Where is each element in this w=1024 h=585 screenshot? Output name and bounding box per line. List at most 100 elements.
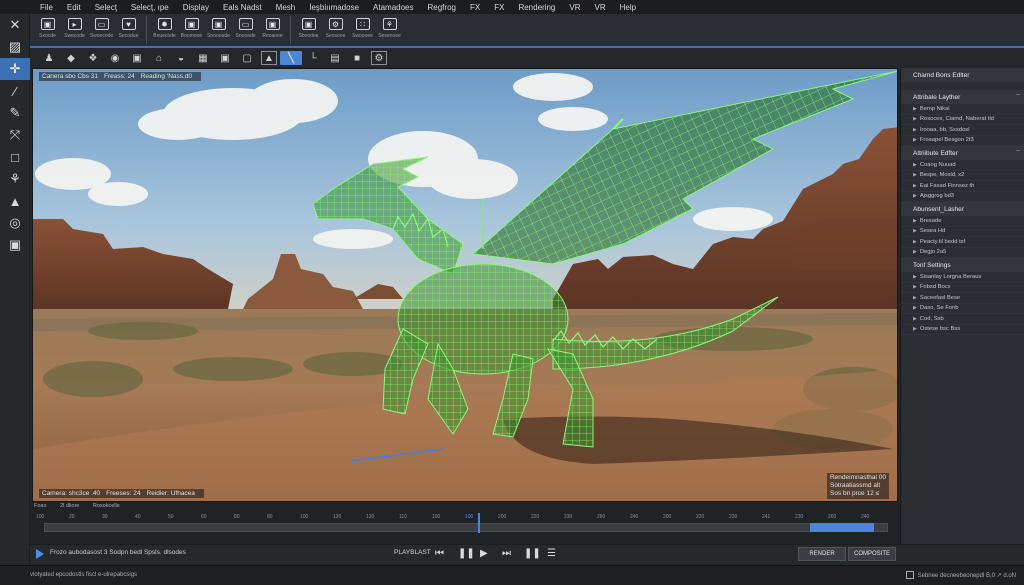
menu-item[interactable]: Selecţ, ıрe — [124, 3, 176, 12]
shelf-button[interactable]: ▸ Swecode — [61, 14, 88, 46]
skip-forward-icon[interactable]: ⏭ — [502, 548, 511, 559]
panel-row[interactable]: ▶ Bespe, Mosld, x2 — [901, 171, 1024, 181]
expand-arrow-icon[interactable]: ▶ — [913, 193, 917, 199]
menu-item[interactable]: VR — [562, 3, 587, 12]
timeline-track[interactable] — [44, 523, 888, 532]
panel-row[interactable]: ▶ Ostese bsc Bss — [901, 325, 1024, 335]
shelf-button[interactable]: ▣ Sboodee — [295, 14, 322, 46]
stop-icon[interactable]: ❚❚ — [524, 548, 541, 559]
skip-back-icon[interactable]: ⏮ — [435, 548, 444, 559]
expand-arrow-icon[interactable]: ▶ — [913, 239, 917, 245]
panel-row[interactable]: ▶ Rosoces, Ciamd, Naberat tld — [901, 115, 1024, 125]
panel-row[interactable]: ▶ Peacty.til bedd tsf — [901, 237, 1024, 248]
3d-viewport[interactable]: Canera sbo Cbs 31 Freass: 24 Reading ‘Nass… — [32, 68, 898, 502]
pause-icon[interactable]: ❚❚ — [458, 548, 475, 559]
timeline[interactable]: Foao 2l dliore Rosokcelle 100 20 30 40 50 60 8… — [30, 502, 900, 544]
panel-row[interactable]: ▶ Sesea Hd — [901, 227, 1024, 237]
viewport-tool-icon[interactable]: ■ — [346, 51, 368, 65]
shelf-button[interactable]: ⚙ Seosooe — [322, 14, 349, 46]
panel-row[interactable]: ▶ Ajsggrog bd3 — [901, 192, 1024, 202]
brush-icon[interactable]: ∕ — [0, 80, 30, 102]
expand-arrow-icon[interactable]: ▶ — [913, 162, 917, 168]
expand-arrow-icon[interactable]: ▶ — [913, 116, 917, 122]
shelf-button[interactable]: ▭ Swoecode — [88, 14, 115, 46]
timeline-playhead[interactable] — [478, 513, 480, 533]
play-icon[interactable] — [36, 549, 44, 559]
viewport-tool-icon[interactable]: ◒ — [170, 51, 192, 65]
expand-arrow-icon[interactable]: ▶ — [913, 295, 917, 301]
viewport-tool-icon[interactable]: ▲ — [261, 51, 277, 65]
timeline-ruler[interactable]: 100 20 30 40 50 60 80 80 100 120 130 110 100 100 200 22… — [36, 514, 894, 523]
expand-arrow-icon[interactable]: ▶ — [913, 249, 917, 255]
shelf-button[interactable]: ⚘ Sesenoee — [376, 14, 403, 46]
shelf-button[interactable]: ✹ Bnuecode — [151, 14, 178, 46]
status-checkbox-icon[interactable] — [905, 571, 914, 579]
viewport-tool-icon[interactable]: └ — [302, 51, 324, 65]
connect-icon[interactable]: ◎ — [0, 212, 30, 234]
menu-item[interactable]: Selecţ — [88, 3, 124, 12]
menu-item[interactable]: Eals Nadst — [216, 3, 269, 12]
shelf-button[interactable]: ▭ Snooade — [232, 14, 259, 46]
menu-item[interactable]: VR — [587, 3, 612, 12]
viewport-tool-icon[interactable]: ▣ — [214, 51, 236, 65]
expand-arrow-icon[interactable]: ▶ — [913, 326, 917, 332]
expand-arrow-icon[interactable]: ▶ — [913, 218, 917, 224]
panel-section-header[interactable]: Attriibute Edfter − — [901, 146, 1024, 160]
shelf-button[interactable]: ▣ Boomooe — [178, 14, 205, 46]
menu-item[interactable]: Atamadoes — [366, 3, 420, 12]
menu-item[interactable]: File — [33, 3, 60, 12]
shelf-button[interactable]: ▣ Reoaoee — [259, 14, 286, 46]
close-icon[interactable]: ✕ — [0, 14, 30, 36]
snap-icon[interactable]: ▣ — [0, 234, 30, 256]
menu-item[interactable]: Display — [176, 3, 216, 12]
viewport-tool-icon[interactable]: ▤ — [324, 51, 346, 65]
panel-row[interactable]: ▶ Bemp Nikal — [901, 104, 1024, 115]
viewport-tool-icon[interactable]: ╲ — [280, 51, 302, 65]
viewport-tool-icon[interactable]: ❖ — [82, 51, 104, 65]
panel-row[interactable]: ▶ Saceefasl Bese — [901, 293, 1024, 304]
panel-row[interactable]: ▶ Fobsd Bocs — [901, 283, 1024, 293]
panel-row[interactable]: ▶ Degjo 2a5 — [901, 248, 1024, 258]
sculpt-icon[interactable]: ⚘ — [0, 168, 30, 190]
expand-arrow-icon[interactable]: ▶ — [913, 305, 917, 311]
expand-arrow-icon[interactable]: ▶ — [913, 274, 917, 280]
menu-icon[interactable]: ☰ — [547, 548, 556, 559]
playblast-label[interactable]: PLAYBLAST — [394, 549, 431, 556]
close-icon[interactable]: − — [1016, 148, 1020, 155]
viewport-tool-icon[interactable]: ▦ — [192, 51, 214, 65]
composite-button[interactable]: COMPOSITE — [848, 547, 896, 561]
crop-icon[interactable]: □ — [0, 146, 30, 168]
move-icon[interactable]: ✛ — [0, 58, 30, 80]
expand-arrow-icon[interactable]: ▶ — [913, 183, 917, 189]
panel-row[interactable]: ▶ Sisanlay Lorgna Beraus — [901, 272, 1024, 283]
panel-row[interactable]: ▶ Bresade — [901, 216, 1024, 227]
viewport-tool-icon[interactable]: ♟ — [38, 51, 60, 65]
pen-icon[interactable]: ✎ — [0, 102, 30, 124]
close-icon[interactable]: − — [1016, 92, 1020, 99]
expand-arrow-icon[interactable]: ▶ — [913, 172, 917, 178]
viewport-tool-icon[interactable]: ▢ — [236, 51, 258, 65]
panel-section-header[interactable]: Chamd Bons Edlter — [901, 68, 1024, 82]
shelf-button[interactable]: ▣ Snoooade — [205, 14, 232, 46]
expand-arrow-icon[interactable]: ▶ — [913, 127, 917, 133]
shelf-button[interactable]: ▣ Sxocde — [34, 14, 61, 46]
shelf-button[interactable]: ∷ Swoooee — [349, 14, 376, 46]
expand-arrow-icon[interactable]: ▶ — [913, 137, 917, 143]
panel-row[interactable]: ▶ Coaog Nuuad — [901, 160, 1024, 171]
menu-item[interactable]: Mesh — [269, 3, 303, 12]
panel-row[interactable]: ▶ Eai Fasad Finnsez th — [901, 181, 1024, 192]
menu-item[interactable]: FX — [463, 3, 487, 12]
menu-item[interactable]: Regfrog — [421, 3, 463, 12]
shelf-button[interactable]: ♥ Secodue — [115, 14, 142, 46]
viewport-tool-icon[interactable]: ⚙ — [371, 51, 387, 65]
play-forward-icon[interactable]: ▶ — [480, 548, 488, 559]
menu-item[interactable]: Rendering — [511, 3, 562, 12]
select-icon[interactable]: ▨ — [0, 36, 30, 58]
viewport-tool-icon[interactable]: ⌂ — [148, 51, 170, 65]
expand-arrow-icon[interactable]: ▶ — [913, 284, 917, 290]
panel-row[interactable]: ▶ Irooaa, bb, Sssdosl — [901, 125, 1024, 136]
viewport-tool-icon[interactable]: ◆ — [60, 51, 82, 65]
panel-row[interactable]: ▶ Froaapel Besgon 2t3 — [901, 136, 1024, 146]
timeline-range-slider[interactable] — [810, 523, 874, 532]
paint-icon[interactable]: ▲ — [0, 190, 30, 212]
